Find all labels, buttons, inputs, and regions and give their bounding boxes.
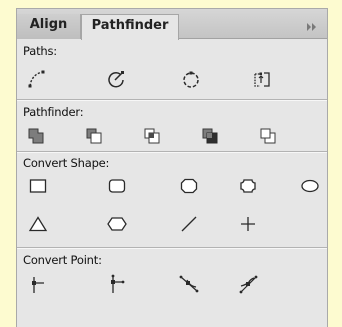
unite-button[interactable]: [22, 123, 50, 149]
corner-point-icon: [111, 274, 125, 293]
smooth-point-icon: [179, 275, 199, 293]
section-divider: [17, 247, 327, 249]
inverse-rounded-rectangle-button[interactable]: [234, 173, 262, 199]
tab-align[interactable]: Align: [17, 14, 81, 39]
corner-point-button[interactable]: [103, 271, 131, 297]
section-divider: [17, 151, 327, 153]
reverse-path-icon: [183, 71, 199, 88]
rounded-rectangle-icon: [108, 179, 126, 193]
smooth-point-button[interactable]: [175, 271, 203, 297]
panel-tab-bar: Align Pathfinder: [17, 9, 327, 40]
minus-back-button[interactable]: [254, 123, 282, 149]
ellipse-button[interactable]: [296, 173, 324, 199]
symmetrical-point-button[interactable]: [234, 271, 262, 297]
minus-back-icon: [260, 128, 276, 144]
line-icon: [181, 216, 197, 232]
open-path-icon: [28, 70, 45, 88]
beveled-rectangle-icon: [180, 178, 198, 194]
triangle-icon: [28, 216, 48, 232]
convert-point-section-label: Convert Point:: [23, 253, 102, 267]
plain-point-button[interactable]: [24, 271, 52, 297]
intersect-icon: [144, 128, 160, 144]
pathfinder-section-label: Pathfinder:: [23, 105, 84, 119]
exclude-icon: [202, 128, 218, 144]
line-button[interactable]: [175, 211, 203, 237]
triangle-button[interactable]: [24, 211, 52, 237]
paths-section-label: Paths:: [23, 44, 57, 58]
split-path-icon: [254, 72, 270, 87]
section-divider: [17, 99, 327, 101]
rectangle-icon: [29, 179, 47, 193]
intersect-button[interactable]: [138, 123, 166, 149]
beveled-rectangle-button[interactable]: [175, 173, 203, 199]
convert-shape-section-label: Convert Shape:: [23, 156, 110, 170]
split-path-button[interactable]: [248, 66, 276, 92]
inverse-rounded-rectangle-icon: [240, 179, 256, 193]
minus-front-button[interactable]: [80, 123, 108, 149]
open-path-button[interactable]: [23, 66, 51, 92]
exclude-button[interactable]: [196, 123, 224, 149]
double-chevron-right-icon[interactable]: [305, 18, 319, 31]
rectangle-button[interactable]: [24, 173, 52, 199]
reverse-path-button[interactable]: [177, 66, 205, 92]
polygon-icon: [107, 217, 127, 231]
minus-front-icon: [86, 128, 102, 144]
symmetrical-point-icon: [239, 275, 258, 294]
close-path-button[interactable]: [102, 66, 130, 92]
ellipse-icon: [301, 179, 319, 193]
rounded-rectangle-button[interactable]: [103, 173, 131, 199]
orthogonal-line-button[interactable]: [234, 211, 262, 237]
unite-icon: [28, 128, 44, 144]
close-path-icon: [108, 71, 124, 88]
polygon-button[interactable]: [103, 211, 131, 237]
pathfinder-panel: Align Pathfinder Paths: Pathfinder: Conv…: [16, 8, 328, 327]
plain-point-icon: [32, 277, 44, 293]
tab-pathfinder[interactable]: Pathfinder: [81, 14, 179, 40]
orthogonal-line-icon: [241, 217, 255, 231]
